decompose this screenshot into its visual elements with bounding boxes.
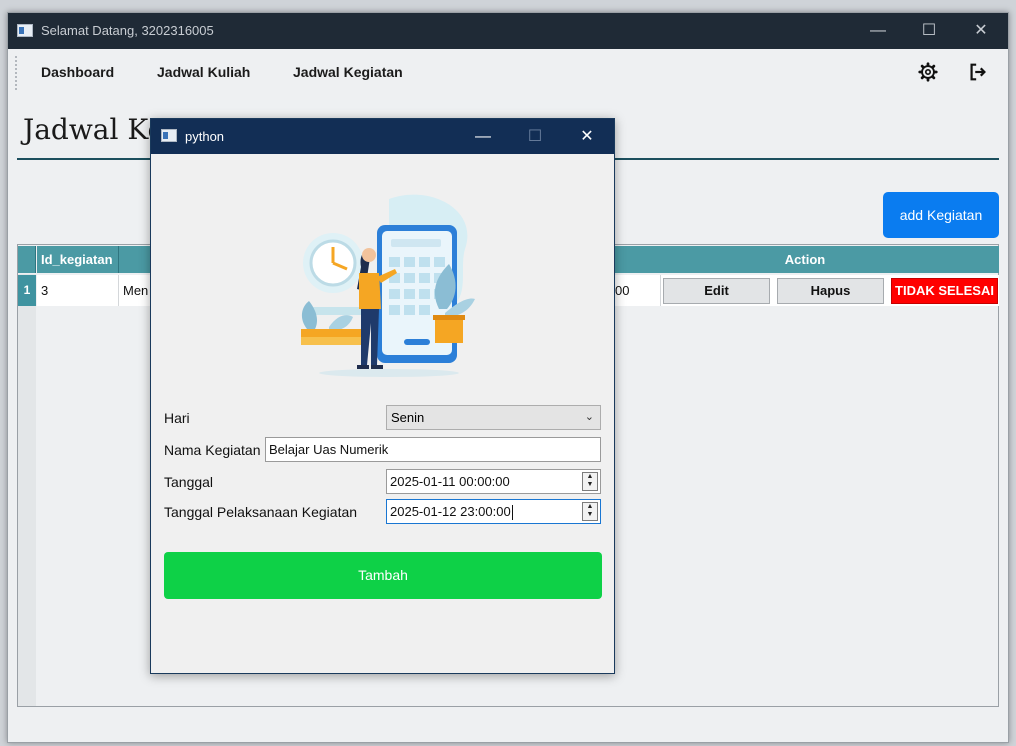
- python-dialog: python — ☐ ✕ Hari Senin ⌄ Nama Kegiatan …: [150, 118, 615, 674]
- dialog-close-button[interactable]: ✕: [561, 119, 613, 154]
- dialog-app-icon: [161, 129, 177, 142]
- cell-id[interactable]: 3: [37, 275, 119, 306]
- menu-bar: Dashboard Jadwal Kuliah Jadwal Kegiatan: [8, 49, 1008, 97]
- toolbar-grip[interactable]: [15, 56, 17, 90]
- close-button[interactable]: ✕: [956, 13, 1006, 49]
- menu-jadwal-kuliah[interactable]: Jadwal Kuliah: [157, 64, 250, 80]
- gear-icon[interactable]: [917, 61, 939, 83]
- tanggal-spin-buttons[interactable]: ▲ ▼: [582, 472, 598, 491]
- menu-dashboard[interactable]: Dashboard: [41, 64, 114, 80]
- header-action[interactable]: Action: [611, 246, 999, 273]
- page-title: Jadwal Ke: [23, 113, 165, 146]
- hari-select[interactable]: Senin ⌄: [386, 405, 601, 430]
- row-header-column: [18, 274, 36, 706]
- hari-selected-value: Senin: [391, 410, 425, 425]
- main-window-title: Selamat Datang, 3202316005: [41, 23, 214, 38]
- status-button[interactable]: TIDAK SELESAI: [891, 278, 998, 304]
- app-icon: [17, 24, 33, 37]
- nama-kegiatan-label: Nama Kegiatan: [164, 442, 261, 458]
- menu-jadwal-kegiatan[interactable]: Jadwal Kegiatan: [293, 64, 403, 80]
- minimize-button[interactable]: —: [853, 13, 903, 49]
- hari-label: Hari: [164, 410, 190, 426]
- header-id-kegiatan[interactable]: Id_kegiatan: [37, 246, 119, 273]
- dialog-maximize-button: ☐: [527, 128, 543, 145]
- nama-kegiatan-input[interactable]: Belajar Uas Numerik: [265, 437, 601, 462]
- pelaksanaan-label: Tanggal Pelaksanaan Kegiatan: [164, 504, 358, 520]
- pelaksanaan-spin-buttons[interactable]: ▲ ▼: [582, 502, 598, 521]
- logout-icon[interactable]: [967, 61, 989, 83]
- add-kegiatan-button[interactable]: add Kegiatan: [883, 192, 999, 238]
- hapus-button[interactable]: Hapus: [777, 278, 884, 304]
- cell-date-partial[interactable]: 00: [615, 275, 661, 306]
- dialog-titlebar: python — ☐ ✕: [151, 119, 614, 154]
- tanggal-datetime-input[interactable]: 2025-01-11 00:00:00 ▲ ▼: [386, 469, 601, 494]
- chevron-down-icon: ⌄: [584, 411, 594, 423]
- row-number[interactable]: 1: [18, 275, 36, 306]
- edit-button[interactable]: Edit: [663, 278, 770, 304]
- pelaksanaan-value: 2025-01-12 23:00:00: [390, 504, 511, 519]
- dialog-minimize-button[interactable]: —: [457, 119, 509, 154]
- text-caret: [511, 505, 513, 521]
- table-corner[interactable]: [18, 246, 36, 273]
- main-titlebar: Selamat Datang, 3202316005 — ☐ ✕: [8, 13, 1008, 49]
- dialog-title: python: [185, 129, 225, 144]
- pelaksanaan-datetime-input[interactable]: 2025-01-12 23:00:00 ▲ ▼: [386, 499, 601, 524]
- maximize-button[interactable]: ☐: [904, 13, 954, 49]
- schedule-illustration: [301, 194, 475, 377]
- tanggal-value: 2025-01-11 00:00:00: [390, 474, 510, 489]
- tanggal-label: Tanggal: [164, 474, 214, 490]
- tambah-button[interactable]: Tambah: [164, 552, 602, 599]
